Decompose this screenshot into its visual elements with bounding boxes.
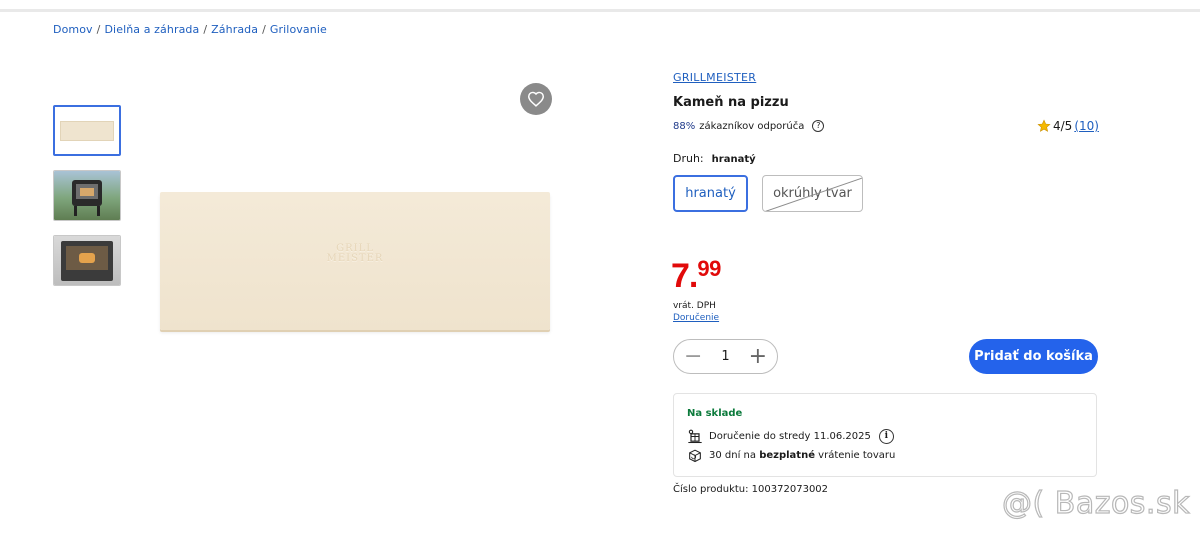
info-icon[interactable]: i: [878, 429, 894, 444]
breadcrumb-grilling[interactable]: Grilovanie: [270, 23, 327, 36]
return-text: 30 dní na bezplatné vrátenie tovaru: [709, 450, 896, 461]
option-okruhly-tvar[interactable]: okrúhly tvar: [762, 175, 863, 212]
return-box-icon: [689, 449, 701, 463]
rating-value: 4/5: [1053, 119, 1073, 133]
delivery-info: Doručenie do stredy 11.06.2025 i: [687, 429, 894, 444]
quantity-value[interactable]: 1: [721, 349, 729, 364]
star-icon: [1037, 119, 1051, 132]
delivery-link[interactable]: Doručenie: [673, 313, 719, 323]
rating: 4/5 (10): [1037, 119, 1099, 133]
help-icon[interactable]: ?: [812, 120, 825, 132]
favorite-button[interactable]: [520, 83, 552, 115]
plus-icon[interactable]: +: [749, 345, 767, 368]
bazos-watermark: @( Bazos.sk: [1001, 485, 1190, 521]
stock-status: Na sklade: [687, 408, 743, 419]
add-to-cart-button[interactable]: Pridať do košíka: [969, 339, 1098, 374]
delivery-text: Doručenie do stredy 11.06.2025: [709, 431, 871, 442]
return-info: 30 dní na bezplatné vrátenie tovaru: [687, 448, 895, 463]
breadcrumb-home[interactable]: Domov: [53, 23, 93, 36]
thumbnail-2[interactable]: [53, 170, 121, 221]
product-main-image[interactable]: GRILL MEISTER: [160, 192, 550, 330]
price-decimal: 99: [697, 256, 721, 281]
brand-link[interactable]: GRILLMEISTER: [673, 71, 756, 84]
delivery-icon: [688, 429, 702, 444]
recommend-text: zákazníkov odporúča: [699, 120, 805, 132]
thumbnail-1[interactable]: [53, 105, 121, 156]
variant-label: Druh: hranatý: [673, 152, 756, 165]
product-title: Kameň na pizzu: [673, 95, 789, 110]
option-hranaty[interactable]: hranatý: [673, 175, 748, 212]
product-number: Číslo produktu: 100372073002: [673, 484, 829, 495]
stone-emboss-logo: GRILL MEISTER: [326, 243, 384, 264]
price: 7.99: [671, 256, 721, 296]
heart-icon: [527, 91, 545, 107]
quantity-stepper: − 1 +: [673, 339, 778, 374]
recommendation: 88% zákazníkov odporúča ?: [673, 120, 825, 132]
vat-note: vrát. DPH: [673, 301, 716, 311]
breadcrumb-garden[interactable]: Záhrada: [211, 23, 258, 36]
rating-count-link[interactable]: (10): [1074, 119, 1099, 133]
breadcrumb: Domov / Dielňa a záhrada / Záhrada / Grilovani…: [53, 23, 327, 36]
variant-value: hranatý: [711, 154, 756, 165]
thumbnail-3[interactable]: [53, 235, 121, 286]
price-integer: 7.: [671, 257, 698, 295]
availability-box: Na sklade Doručenie do stredy 11.06.2025…: [673, 393, 1097, 477]
top-divider: [0, 9, 1200, 12]
thumbnail-stone-image: [60, 121, 114, 141]
breadcrumb-workshop-garden[interactable]: Dielňa a záhrada: [104, 23, 199, 36]
recommend-percent: 88%: [673, 120, 696, 132]
minus-icon[interactable]: −: [684, 345, 702, 368]
